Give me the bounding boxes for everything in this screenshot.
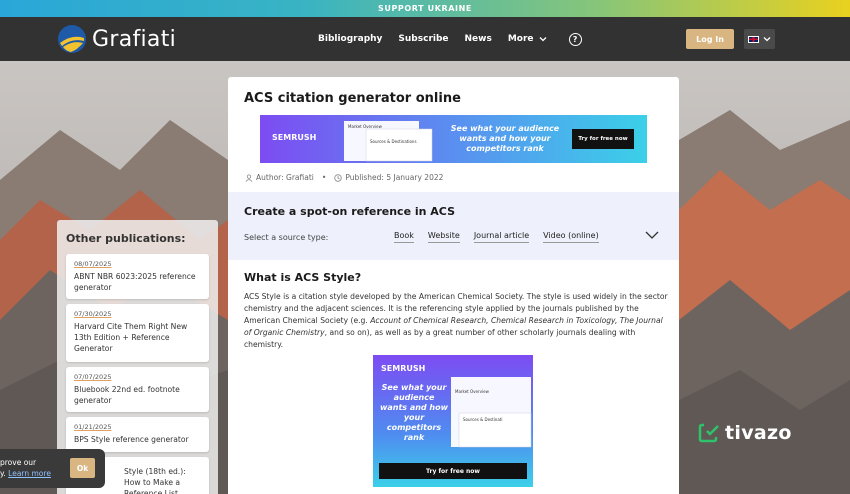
nav-news[interactable]: News (465, 34, 492, 44)
uk-flag-icon (748, 35, 759, 43)
reference-title: Create a spot-on reference in ACS (244, 205, 456, 218)
nav-bibliography[interactable]: Bibliography (318, 34, 382, 44)
login-button[interactable]: Log In (686, 29, 734, 49)
source-type-label: Select a source type: (244, 233, 329, 242)
ad-square-panel-subtitle: Sources & Destinati (463, 417, 503, 422)
publication-title: Bluebook 22nd ed. footnote generator (74, 385, 180, 405)
cookie-learn-more-link[interactable]: Learn more (8, 469, 51, 478)
help-icon[interactable]: ? (568, 32, 582, 46)
language-selector[interactable] (744, 29, 775, 49)
site-header: Grafiati Bibliography Subscribe News Mor… (0, 17, 850, 61)
cookie-text-line1: prove our (0, 458, 37, 467)
publication-card[interactable]: 01/21/2025 BPS Style reference generator (66, 417, 209, 452)
ad-square-cta-button[interactable]: Try for free now (379, 463, 527, 479)
cookie-ok-button[interactable]: Ok (70, 458, 95, 478)
cookie-text: prove our y. Learn more (0, 457, 51, 479)
source-tab-book[interactable]: Book (394, 231, 414, 243)
publication-date: 07/30/2025 (74, 310, 112, 318)
publication-date: 08/07/2025 (74, 260, 112, 268)
section-title: What is ACS Style? (244, 271, 362, 284)
publication-title: Harvard Cite Them Right New 13th Edition… (74, 322, 188, 353)
sidebar-title: Other publications: (66, 232, 186, 245)
ad-banner[interactable]: SEMRUSH Market Overview Sources & Destin… (260, 115, 647, 163)
publication-card[interactable]: 07/07/2025 Bluebook 22nd ed. footnote ge… (66, 367, 209, 412)
grafiati-logo-icon (58, 25, 86, 53)
article-card: ACS citation generator online SEMRUSH Ma… (228, 77, 679, 494)
publication-date: 01/21/2025 (74, 423, 112, 431)
publication-card[interactable]: 07/30/2025 Harvard Cite Them Right New 1… (66, 304, 209, 362)
ad-cta-button[interactable]: Try for free now (572, 129, 634, 149)
ad-headline: See what your audience wants and how you… (450, 124, 560, 153)
chevron-down-icon (763, 37, 771, 42)
ad-panel-subtitle: Sources & Destinations (370, 139, 417, 144)
cookie-text-line2: y. (0, 469, 6, 478)
source-tab-website[interactable]: Website (427, 231, 460, 243)
ad-panel-title: Market Overview (348, 124, 382, 129)
main-nav: Bibliography Subscribe News More ? (318, 17, 582, 61)
ad-square[interactable]: SEMRUSH Market Overview Sources & Destin… (373, 355, 533, 487)
publication-title: BPS Style reference generator (74, 435, 189, 444)
support-ukraine-banner[interactable]: SUPPORT UKRAINE (0, 0, 850, 17)
cookie-consent-bar: prove our y. Learn more Ok (0, 449, 105, 488)
clock-icon (334, 173, 343, 182)
article-published: Published: 5 January 2022 (345, 173, 444, 182)
publication-card[interactable]: 08/07/2025 ABNT NBR 6023:2025 reference … (66, 254, 209, 299)
nav-more-label: More (507, 34, 534, 44)
body-paragraph: ACS Style is a citation style developed … (244, 291, 669, 351)
ad-square-brand: SEMRUSH (381, 364, 426, 373)
reference-panel: Create a spot-on reference in ACS Select… (228, 192, 679, 260)
source-tab-journal-article[interactable]: Journal article (473, 231, 530, 243)
ad-brand: SEMRUSH (272, 133, 317, 142)
source-tab-video-online[interactable]: Video (online) (543, 231, 599, 243)
publication-title: ABNT NBR 6023:2025 reference generator (74, 272, 196, 292)
publication-date: 07/07/2025 (74, 373, 112, 381)
article-author: Author: Grafiati (256, 173, 314, 182)
watermark-text: tivazo (725, 422, 792, 444)
tivazo-logo-icon (698, 423, 719, 443)
chevron-down-icon[interactable] (645, 230, 659, 240)
logo[interactable]: Grafiati (57, 24, 176, 54)
nav-more[interactable]: More (508, 34, 547, 44)
source-type-tabs: Book Website Journal article Video (onli… (394, 231, 613, 243)
logo-text: Grafiati (92, 26, 177, 52)
ad-square-panel-title: Market Overview (455, 389, 489, 394)
chevron-down-icon (539, 37, 546, 42)
nav-subscribe[interactable]: Subscribe (398, 34, 448, 44)
ad-square-headline: See what your audience wants and how you… (379, 383, 449, 442)
article-meta: Author: Grafiati • Published: 5 January … (245, 173, 443, 182)
tivazo-watermark: tivazo (698, 422, 792, 444)
meta-separator: • (321, 173, 327, 182)
user-icon (245, 173, 253, 182)
page-title: ACS citation generator online (244, 91, 461, 106)
